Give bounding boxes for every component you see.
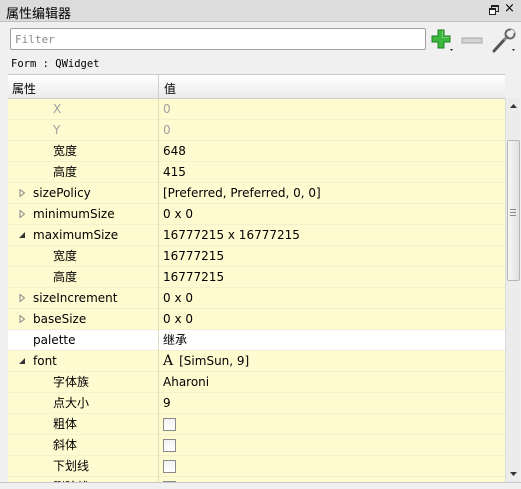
property-row[interactable]: maximumSize 16777215 x 16777215 <box>8 225 505 246</box>
property-value[interactable]: [Preferred, Preferred, 0, 0] <box>163 183 321 204</box>
column-divider <box>158 141 159 162</box>
column-divider <box>158 435 159 456</box>
property-value[interactable]: 继承 <box>163 330 187 351</box>
add-dynamic-property-button[interactable] <box>430 28 456 54</box>
property-value[interactable]: Aharoni <box>163 372 209 393</box>
column-divider <box>158 246 159 267</box>
property-value[interactable]: 0 x 0 <box>163 288 193 309</box>
property-name: 点大小 <box>53 396 90 410</box>
property-row[interactable]: Y0 <box>8 120 505 141</box>
float-window-icon[interactable] <box>488 4 500 16</box>
property-row[interactable]: sizeIncrement 0 x 0 <box>8 288 505 309</box>
property-row[interactable]: 宽度 648 <box>8 141 505 162</box>
header-divider[interactable] <box>158 75 159 99</box>
property-value[interactable]: A [SimSun, 9] <box>163 351 249 372</box>
property-row[interactable]: font A [SimSun, 9] <box>8 351 505 372</box>
vertical-scrollbar[interactable] <box>505 98 520 482</box>
column-divider <box>158 204 159 225</box>
column-divider <box>158 99 159 120</box>
property-checkbox[interactable] <box>163 439 176 452</box>
column-divider <box>158 120 159 141</box>
property-name: sizePolicy <box>33 186 91 200</box>
property-value[interactable]: 16777215 <box>163 267 224 288</box>
property-row[interactable]: 斜体 <box>8 435 505 456</box>
filter-input[interactable] <box>10 28 426 50</box>
column-divider <box>158 309 159 330</box>
configure-button[interactable] <box>490 28 518 54</box>
property-name: 斜体 <box>53 438 78 452</box>
remove-dynamic-property-button[interactable] <box>460 28 486 54</box>
property-row[interactable]: minimumSize 0 x 0 <box>8 204 505 225</box>
property-row[interactable]: X0 <box>8 99 505 120</box>
property-name: Y <box>53 123 61 137</box>
property-row[interactable]: baseSize 0 x 0 <box>8 309 505 330</box>
property-row[interactable]: sizePolicy [Preferred, Preferred, 0, 0] <box>8 183 505 204</box>
property-name: X <box>53 102 62 116</box>
header-value[interactable]: 值 <box>164 80 176 97</box>
scroll-down-button[interactable] <box>506 466 521 482</box>
column-divider <box>158 330 159 351</box>
column-divider <box>158 393 159 414</box>
dock-title-bar: 属性编辑器 × <box>0 0 521 22</box>
green-plus-icon <box>431 29 453 51</box>
dock-title: 属性编辑器 <box>6 7 72 22</box>
property-row[interactable]: palette 继承 <box>8 330 505 351</box>
property-name: 宽度 <box>53 144 78 158</box>
property-name: 高度 <box>53 165 78 179</box>
property-value[interactable]: 9 <box>163 393 171 414</box>
property-name: maximumSize <box>33 228 119 242</box>
property-row[interactable]: 高度 16777215 <box>8 267 505 288</box>
property-name: 字体族 <box>53 375 90 389</box>
property-name: 高度 <box>53 270 78 284</box>
property-name: sizeIncrement <box>33 291 118 305</box>
property-value[interactable]: 415 <box>163 162 186 183</box>
header-property[interactable]: 属性 <box>12 80 36 97</box>
column-divider <box>158 372 159 393</box>
property-value[interactable]: 16777215 x 16777215 <box>163 225 300 246</box>
property-row[interactable]: 下划线 <box>8 456 505 477</box>
property-checkbox[interactable] <box>163 460 176 473</box>
property-value[interactable]: 0 x 0 <box>163 204 193 225</box>
property-row[interactable]: 字体族 Aharoni <box>8 372 505 393</box>
minus-icon <box>461 37 483 44</box>
property-name: 宽度 <box>53 249 78 263</box>
property-value-text: [SimSun, 9] <box>179 354 250 368</box>
close-icon[interactable]: × <box>504 2 516 15</box>
property-value[interactable]: 0 x 0 <box>163 309 193 330</box>
wrench-icon <box>492 28 516 53</box>
filter-toolbar <box>0 22 521 56</box>
property-row[interactable]: 宽度 16777215 <box>8 246 505 267</box>
scroll-grip-icon <box>510 209 516 216</box>
property-name: palette <box>33 333 76 347</box>
property-value[interactable]: 648 <box>163 141 186 162</box>
column-divider <box>158 288 159 309</box>
column-divider <box>158 183 159 204</box>
property-value[interactable]: 0 <box>163 99 171 120</box>
column-divider <box>158 414 159 435</box>
property-name: 下划线 <box>53 459 90 473</box>
property-name: 粗体 <box>53 417 78 431</box>
property-rows: X 0 Y 0 宽度 648 高度 415 sizePolicy [Preferred, Pref… <box>8 99 505 482</box>
property-row[interactable]: 粗体 <box>8 414 505 435</box>
dock-bottom-edge <box>0 482 521 489</box>
font-A-icon: A <box>163 353 174 369</box>
property-checkbox[interactable] <box>163 418 176 431</box>
object-class-label: Form : QWidget <box>11 58 100 70</box>
property-name: minimumSize <box>33 207 115 221</box>
scroll-up-button[interactable] <box>506 98 521 114</box>
column-divider <box>158 456 159 477</box>
property-name: baseSize <box>33 312 87 326</box>
grid-header: 属性 值 <box>8 75 505 99</box>
column-divider <box>158 162 159 183</box>
property-name: font <box>33 354 57 368</box>
property-value[interactable]: 16777215 <box>163 246 224 267</box>
column-divider <box>158 225 159 246</box>
property-value[interactable]: 0 <box>163 120 171 141</box>
property-row[interactable]: 高度 415 <box>8 162 505 183</box>
property-row[interactable]: 点大小 9 <box>8 393 505 414</box>
column-divider <box>158 267 159 288</box>
property-grid: 属性 值 X 0 Y 0 宽度 648 高度 415 sizePolicy [Preferred,… <box>8 74 505 482</box>
column-divider <box>158 351 159 372</box>
